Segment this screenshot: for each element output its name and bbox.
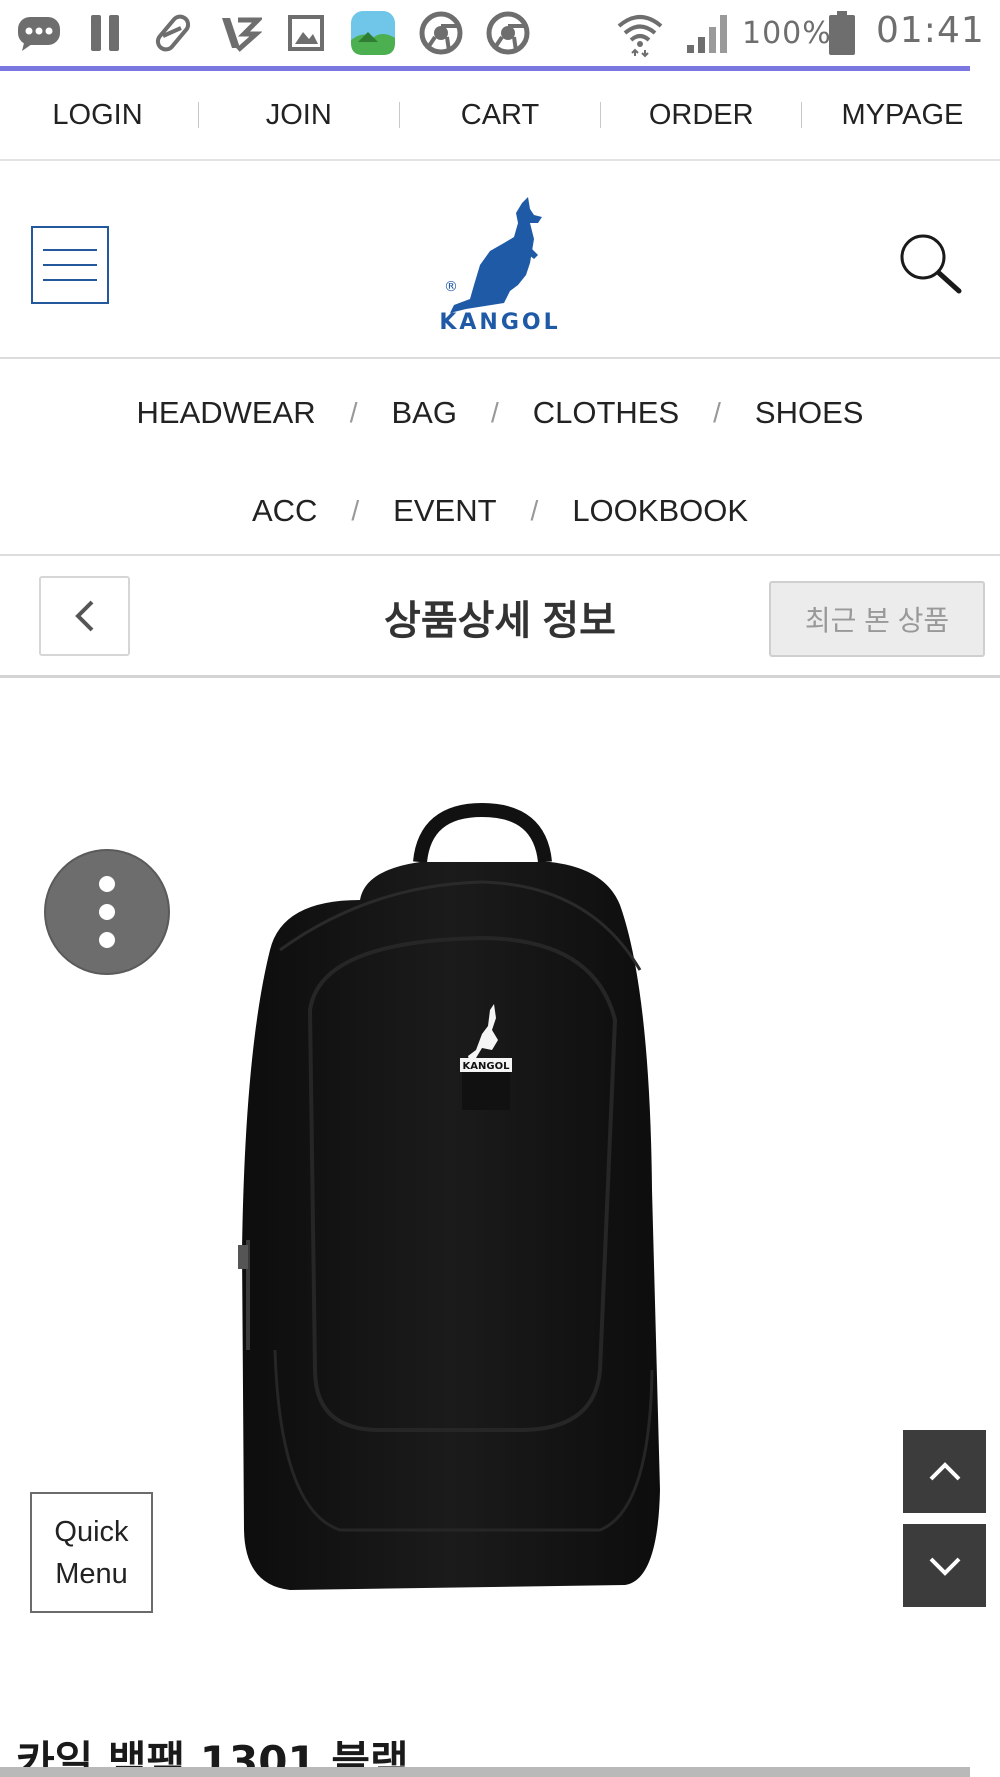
page-title: 상품상세 정보 <box>384 599 616 643</box>
scroll-top-button[interactable] <box>903 1430 986 1513</box>
more-options-button[interactable] <box>44 849 170 975</box>
clock: 01:41 <box>876 10 985 51</box>
gallery-app-icon <box>350 8 396 58</box>
chat-icon <box>14 8 64 58</box>
svg-text:®: ® <box>444 279 458 295</box>
dot <box>99 932 115 948</box>
recent-items-button[interactable]: 최근 본 상품 <box>769 581 985 657</box>
status-bar: 100% 01:41 <box>0 0 1000 66</box>
wifi-icon <box>614 8 666 58</box>
divider: / <box>713 397 721 428</box>
nav-bag[interactable]: BAG <box>357 395 490 431</box>
vpn-icon <box>218 8 262 58</box>
menu-line <box>43 264 97 266</box>
divider: / <box>351 495 360 526</box>
hamburger-menu-button[interactable] <box>31 226 109 304</box>
dot <box>99 876 115 892</box>
site-header: ® KANGOL <box>0 163 1000 359</box>
scroll-bottom-button[interactable] <box>903 1524 986 1607</box>
divider <box>197 102 199 128</box>
search-icon <box>900 234 962 294</box>
chevron-up-icon <box>929 1461 960 1480</box>
menu-line <box>43 249 97 251</box>
quick-menu-line2: Menu <box>55 1557 128 1590</box>
top-links: LOGIN JOIN CART ORDER MYPAGE <box>0 71 1000 161</box>
quick-menu-button[interactable]: Quick Menu <box>30 1492 153 1613</box>
nav-event[interactable]: EVENT <box>359 493 530 529</box>
menu-line <box>43 279 97 281</box>
divider <box>801 102 803 128</box>
nav-headwear[interactable]: HEADWEAR <box>103 395 350 431</box>
login-link[interactable]: LOGIN <box>3 99 193 132</box>
quick-menu-line1: Quick <box>54 1515 129 1548</box>
battery-icon <box>826 8 858 58</box>
order-link[interactable]: ORDER <box>606 99 796 132</box>
page-subheader: 상품상세 정보 최근 본 상품 <box>0 558 1000 678</box>
product-badge-text: KANGOL <box>463 1061 511 1072</box>
chevron-down-icon <box>929 1557 960 1576</box>
kangol-logo[interactable]: ® KANGOL <box>430 193 570 335</box>
dot <box>99 904 115 920</box>
search-button[interactable] <box>895 229 967 301</box>
divider: / <box>349 397 358 428</box>
logo-wordmark: KANGOL <box>439 310 560 333</box>
battery-percent: 100% <box>742 16 832 51</box>
nav-shoes[interactable]: SHOES <box>721 395 898 431</box>
pause-icon <box>85 8 125 58</box>
back-button[interactable] <box>39 576 130 656</box>
bandage-icon <box>152 8 196 58</box>
nav-clothes[interactable]: CLOTHES <box>499 395 713 431</box>
signal-icon <box>684 8 734 58</box>
scrollbar[interactable] <box>0 1767 970 1777</box>
nav-acc[interactable]: ACC <box>218 493 351 529</box>
cart-link[interactable]: CART <box>405 99 595 132</box>
join-link[interactable]: JOIN <box>204 99 394 132</box>
image-icon <box>286 8 326 58</box>
divider: / <box>490 397 499 428</box>
chrome-icon <box>418 8 464 58</box>
kangaroo-icon <box>450 197 542 313</box>
chrome-icon <box>485 8 531 58</box>
nav-lookbook[interactable]: LOOKBOOK <box>538 493 782 529</box>
mypage-link[interactable]: MYPAGE <box>807 99 997 132</box>
product-image[interactable]: KANGOL <box>220 790 760 1610</box>
divider: / <box>530 495 539 526</box>
chevron-left-icon <box>74 600 93 632</box>
divider <box>600 102 602 128</box>
category-nav: HEADWEAR / BAG / CLOTHES / SHOES ACC / E… <box>0 361 1000 556</box>
divider <box>398 102 400 128</box>
